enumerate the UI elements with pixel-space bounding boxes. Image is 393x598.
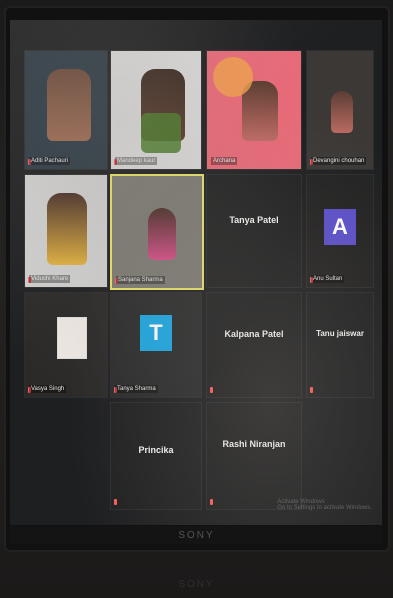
participant-tile-archana[interactable]: Archana: [206, 50, 302, 170]
participant-name: Anu Sultan: [311, 275, 345, 283]
participant-tile-rashi[interactable]: Rashi Niranjan: [206, 402, 302, 510]
participant-tile-vidushi[interactable]: Vidushi Khare: [24, 174, 108, 288]
participant-tile-anu[interactable]: A Anu Sultan: [306, 174, 374, 288]
participant-name: Princika: [138, 445, 174, 455]
video-feed: [57, 317, 87, 359]
participant-tile-sanjana[interactable]: Sanjana Sharma: [110, 174, 204, 290]
participant-name: Tanya Patel: [229, 215, 279, 225]
mic-off-icon: [310, 387, 313, 393]
mic-off-icon: [210, 499, 213, 505]
participant-name: Tanya Sharma: [115, 385, 158, 393]
participant-tile-kalpana[interactable]: Kalpana Patel: [206, 292, 302, 398]
participant-name: Archana: [211, 157, 238, 165]
photo-frame: Aditi Pachauri Mandeep kaur Archana Deva…: [0, 0, 393, 598]
participant-tile-princika[interactable]: Princika: [110, 402, 202, 510]
participant-tile-aditi[interactable]: Aditi Pachauri: [24, 50, 108, 170]
participant-tile-tanu[interactable]: Tanu jaiswar: [306, 292, 374, 398]
participant-name: Sanjana Sharma: [116, 276, 165, 284]
flower-decor: [213, 57, 253, 97]
activate-subtitle: Go to Settings to activate Windows.: [277, 505, 372, 511]
mic-off-icon: [114, 499, 117, 505]
monitor-screen: Aditi Pachauri Mandeep kaur Archana Deva…: [10, 20, 382, 525]
video-feed: [331, 91, 353, 133]
participant-tile-tanya-patel[interactable]: Tanya Patel: [206, 174, 302, 288]
participant-grid: Aditi Pachauri Mandeep kaur Archana Deva…: [16, 40, 378, 510]
participant-name: Mandeep kaur: [115, 157, 158, 165]
clothing-shape: [141, 113, 181, 153]
avatar: A: [324, 208, 356, 245]
windows-activation-watermark: Activate Windows Go to Settings to activ…: [277, 499, 372, 511]
participant-tile-tanya-sharma[interactable]: T Tanya Sharma: [110, 292, 202, 398]
participant-tile-mandeep[interactable]: Mandeep kaur: [110, 50, 202, 170]
video-feed: [47, 69, 91, 141]
participant-tile-devangini[interactable]: Devangini chouhan: [306, 50, 374, 170]
monitor-brand-reflection: SONY: [178, 579, 215, 590]
participant-tile-vasya[interactable]: Vasya Singh: [24, 292, 108, 398]
participant-name: Devangini chouhan: [311, 157, 367, 165]
video-feed: [148, 208, 176, 260]
mic-off-icon: [210, 387, 213, 393]
participant-name: Aditi Pachauri: [29, 157, 71, 165]
video-feed: [47, 193, 87, 265]
participant-name: Tanu jaiswar: [316, 329, 364, 338]
participant-name: Vidushi Khare: [29, 275, 71, 283]
participant-name: Rashi Niranjan: [222, 439, 286, 449]
monitor-brand-label: SONY: [178, 530, 215, 541]
participant-name: Vasya Singh: [29, 385, 67, 393]
participant-name: Kalpana Patel: [224, 329, 284, 339]
avatar: T: [140, 315, 172, 351]
